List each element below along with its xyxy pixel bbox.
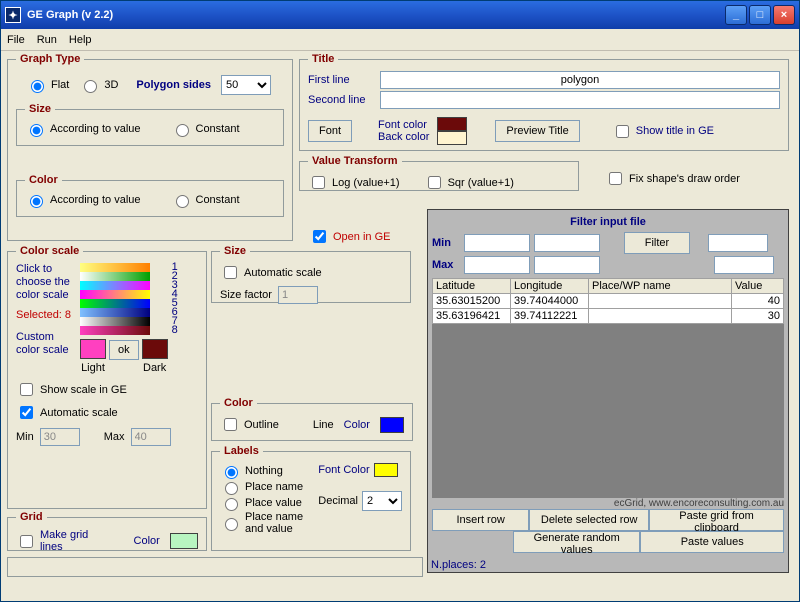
credit-text: ecGrid, www.encoreconsulting.com.au — [432, 498, 784, 509]
title-back-color-swatch[interactable] — [437, 131, 467, 145]
size-group: Size Automatic scale Size factor — [211, 245, 411, 303]
custom-dark-swatch[interactable] — [142, 339, 168, 359]
filter-min-2[interactable] — [534, 234, 600, 252]
color-scale-picker[interactable] — [80, 263, 168, 335]
menu-help[interactable]: Help — [69, 34, 92, 46]
title-font-color-swatch[interactable] — [437, 117, 467, 131]
size-auto-check[interactable] — [224, 266, 237, 279]
random-values-button[interactable]: Generate random values — [513, 531, 640, 553]
nplaces-label: N.places: 2 — [431, 559, 486, 571]
filter-title: Filter input file — [432, 216, 784, 228]
line-color-swatch[interactable] — [380, 417, 404, 433]
maximize-button[interactable]: □ — [749, 5, 771, 25]
color-group: Color Outline Line Color — [211, 397, 413, 441]
grid-group: Grid Make grid lines Color — [7, 511, 207, 551]
radio-labels-both[interactable] — [225, 518, 238, 531]
radio-3d[interactable] — [84, 80, 97, 93]
paste-values-button[interactable]: Paste values — [640, 531, 784, 553]
minimize-button[interactable]: _ — [725, 5, 747, 25]
sqr-check[interactable] — [428, 176, 441, 189]
graph-type-group: Graph Type Flat 3D Polygon sides 50 Size… — [7, 53, 293, 241]
labels-group: Labels Nothing Place name Place value Pl… — [211, 445, 411, 551]
make-grid-check[interactable] — [20, 535, 33, 548]
radio-labels-nothing[interactable] — [225, 466, 238, 479]
titlebar: ✦ GE Graph (v 2.2) _ □ × — [1, 1, 799, 29]
polygon-sides-label: Polygon sides — [136, 79, 211, 91]
size-factor-input[interactable] — [278, 286, 318, 304]
filter-grid[interactable]: Latitude Longitude Place/WP name Value 3… — [432, 278, 784, 498]
radio-labels-value[interactable] — [225, 498, 238, 511]
custom-light-swatch[interactable] — [80, 339, 106, 359]
polygon-sides-select[interactable]: 50 — [221, 75, 271, 95]
open-in-ge-check[interactable] — [313, 230, 326, 243]
title-group: Title First line Second line Font Font c… — [299, 53, 789, 151]
title-first-line-input[interactable] — [380, 71, 780, 89]
color-scale-group: Color scale Click to choose the color sc… — [7, 245, 207, 509]
menu-file[interactable]: File — [7, 34, 25, 46]
paste-clipboard-button[interactable]: Paste grid from clipboard — [649, 509, 784, 531]
scale-max-input[interactable] — [131, 428, 171, 446]
radio-labels-name[interactable] — [225, 482, 238, 495]
preview-title-button[interactable]: Preview Title — [495, 120, 579, 142]
grid-color-swatch[interactable] — [170, 533, 198, 549]
app-icon: ✦ — [5, 7, 21, 23]
filter-panel: Filter input file Min Filter Max Latitud… — [427, 209, 789, 573]
filter-max-2[interactable] — [534, 256, 600, 274]
table-row[interactable]: 35.6301520039.7404400040 — [433, 294, 784, 309]
window-title: GE Graph (v 2.2) — [27, 9, 725, 21]
radio-size-const[interactable] — [176, 124, 189, 137]
close-button[interactable]: × — [773, 5, 795, 25]
filter-min-1[interactable] — [464, 234, 530, 252]
filter-min-3[interactable] — [708, 234, 768, 252]
show-title-check[interactable] — [616, 125, 629, 138]
insert-row-button[interactable]: Insert row — [432, 509, 529, 531]
table-row[interactable]: 35.6319642139.7411222130 — [433, 309, 784, 324]
font-button[interactable]: Font — [308, 120, 352, 142]
legend-graph-type: Graph Type — [16, 53, 84, 65]
radio-color-acc[interactable] — [30, 195, 43, 208]
graph-color-group: Color According to value Constant — [16, 174, 284, 217]
labels-font-swatch[interactable] — [374, 463, 398, 477]
menu-run[interactable]: Run — [37, 34, 57, 46]
scale-min-input[interactable] — [40, 428, 80, 446]
radio-color-const[interactable] — [176, 195, 189, 208]
filter-button[interactable]: Filter — [624, 232, 690, 254]
value-transform-group: Value Transform Log (value+1) Sqr (value… — [299, 155, 579, 191]
title-second-line-input[interactable] — [380, 91, 780, 109]
radio-flat[interactable] — [31, 80, 44, 93]
color-ok-button[interactable]: ok — [109, 340, 139, 360]
fix-draw-order-check[interactable] — [609, 172, 622, 185]
graph-size-group: Size According to value Constant — [16, 103, 284, 146]
decimal-select[interactable]: 2 — [362, 491, 402, 511]
menubar: File Run Help — [1, 29, 799, 51]
show-scale-check[interactable] — [20, 383, 33, 396]
radio-size-acc[interactable] — [30, 124, 43, 137]
filter-max-3[interactable] — [714, 256, 774, 274]
outline-check[interactable] — [224, 418, 237, 431]
delete-row-button[interactable]: Delete selected row — [529, 509, 649, 531]
status-left — [7, 557, 423, 577]
filter-max-1[interactable] — [464, 256, 530, 274]
auto-scale-check[interactable] — [20, 406, 33, 419]
log-check[interactable] — [312, 176, 325, 189]
